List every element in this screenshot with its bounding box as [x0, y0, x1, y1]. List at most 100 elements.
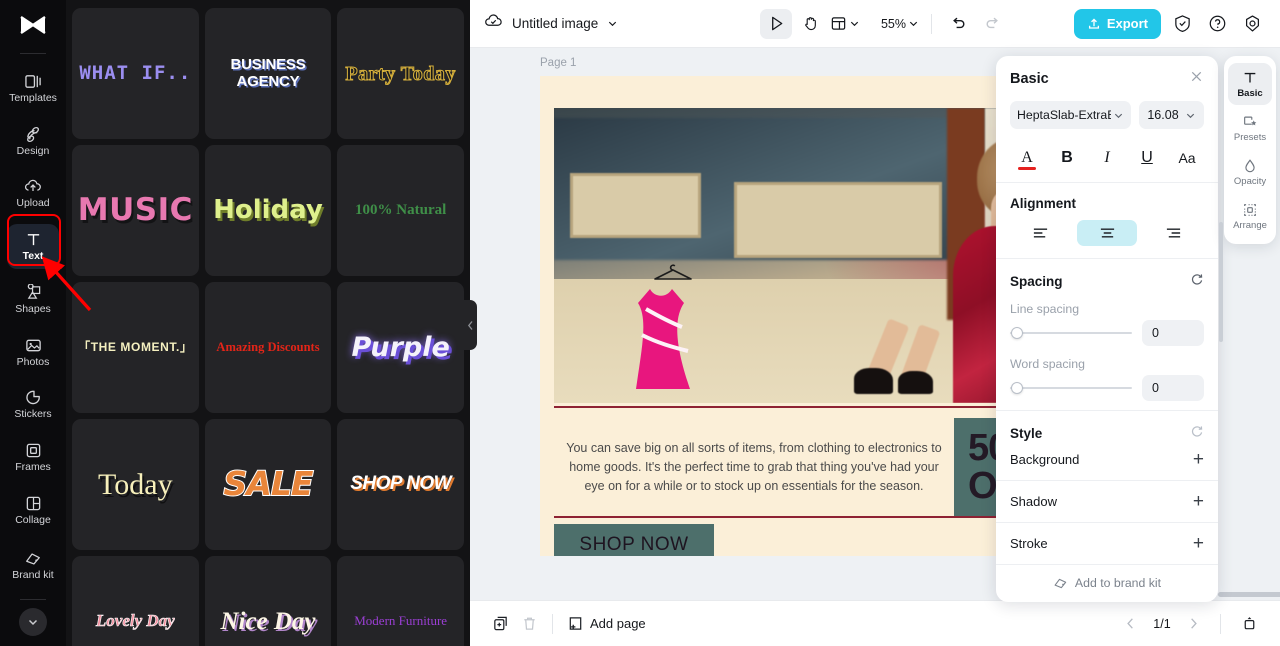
font-family-value: HeptaSlab-ExtraBold [1017, 108, 1111, 122]
align-center-icon [1100, 228, 1114, 238]
help-button[interactable] [1203, 10, 1231, 38]
frames-icon [25, 442, 42, 459]
duplicate-page-button[interactable] [486, 611, 515, 636]
template-label: MUSIC [77, 192, 193, 229]
sidebar-item-shapes[interactable]: Shapes [7, 277, 59, 322]
font-size-dropdown[interactable]: 16.08 [1139, 101, 1204, 129]
text-template-card[interactable]: Purple [337, 282, 464, 413]
plus-icon[interactable]: + [1193, 450, 1204, 469]
canvas-horizontal-scrollbar[interactable] [1218, 592, 1280, 597]
text-case-button[interactable]: Aa [1172, 145, 1202, 171]
previous-page-button[interactable] [1118, 613, 1143, 634]
bold-button[interactable]: B [1052, 145, 1082, 171]
document-title-menu[interactable]: Untitled image [484, 13, 618, 34]
text-template-card[interactable]: SHOP NOW [337, 419, 464, 550]
word-spacing-row: 0 [1010, 375, 1204, 410]
slider-knob[interactable] [1011, 327, 1023, 339]
select-tool-button[interactable] [760, 8, 792, 39]
tab-opacity[interactable]: Opacity [1228, 151, 1272, 193]
text-icon [25, 231, 42, 248]
background-option-row[interactable]: Background + [1010, 450, 1204, 480]
shield-check-button[interactable] [1168, 10, 1196, 38]
next-page-button[interactable] [1181, 613, 1206, 634]
app-logo [18, 14, 48, 41]
hanger-icon [652, 264, 694, 282]
sidebar-item-brand-kit[interactable]: Brand kit [7, 541, 59, 591]
canvas-tools: 55% [760, 8, 1008, 39]
text-template-card[interactable]: WHAT IF.. [72, 8, 199, 139]
zoom-level-dropdown[interactable]: 55% [874, 17, 921, 31]
hand-tool-button[interactable] [794, 9, 826, 39]
add-page-button[interactable]: Add page [561, 611, 652, 636]
sidebar-item-design[interactable]: Design [7, 119, 59, 164]
sidebar-item-upload[interactable]: Upload [7, 171, 59, 216]
line-spacing-slider[interactable] [1010, 326, 1132, 340]
text-template-card[interactable]: 「THE MOMENT.」 [72, 282, 199, 413]
shadow-option-row[interactable]: Shadow + [1010, 481, 1204, 522]
plus-icon[interactable]: + [1193, 492, 1204, 511]
text-template-card[interactable]: BUSINESS AGENCY [204, 8, 332, 139]
text-template-card[interactable]: MUSIC [72, 145, 199, 276]
expand-panel-button[interactable] [1235, 611, 1264, 636]
text-template-card[interactable]: Lovely Day [72, 556, 199, 646]
chevron-down-icon [909, 21, 918, 27]
shop-now-button[interactable]: SHOP NOW [554, 524, 714, 556]
sidebar-item-label: Shapes [15, 302, 51, 315]
sidebar-item-collage[interactable]: Collage [7, 488, 59, 533]
template-label: SHOP NOW [350, 473, 452, 495]
add-to-brand-kit-button[interactable]: Add to brand kit [1010, 565, 1204, 602]
word-spacing-input[interactable]: 0 [1142, 375, 1204, 401]
hand-icon [804, 17, 816, 31]
undo-button[interactable] [942, 9, 974, 39]
line-spacing-input[interactable]: 0 [1142, 320, 1204, 346]
text-template-card[interactable]: Today [72, 419, 199, 550]
stroke-option-row[interactable]: Stroke + [1010, 523, 1204, 564]
word-spacing-slider[interactable] [1010, 381, 1132, 395]
sidebar-item-templates[interactable]: Templates [7, 66, 59, 111]
body-text-block[interactable]: You can save big on all sorts of items, … [554, 421, 954, 513]
align-left-button[interactable] [1010, 220, 1071, 246]
layout-tool-button[interactable] [828, 15, 862, 32]
slider-knob[interactable] [1011, 382, 1023, 394]
style-title: Style [1010, 426, 1043, 441]
align-left-icon [1033, 228, 1047, 238]
export-button[interactable]: Export [1073, 8, 1161, 39]
plus-icon[interactable]: + [1193, 534, 1204, 553]
redo-button[interactable] [976, 9, 1008, 39]
tab-basic[interactable]: Basic [1228, 63, 1272, 105]
sidebar-item-frames[interactable]: Frames [7, 435, 59, 480]
question-circle-icon [1209, 15, 1225, 32]
properties-panel-scrollbar[interactable] [1218, 222, 1223, 342]
text-template-card[interactable]: Nice Day [204, 556, 332, 646]
delete-page-button[interactable] [515, 611, 544, 636]
redo-icon [986, 17, 998, 29]
text-template-card[interactable]: Party Today [337, 8, 464, 139]
text-template-card[interactable]: 100% Natural [337, 145, 464, 276]
font-family-dropdown[interactable]: HeptaSlab-ExtraBold [1010, 101, 1131, 129]
template-label: Nice Day [220, 607, 316, 635]
align-right-button[interactable] [1143, 220, 1204, 246]
text-template-card[interactable]: SALE [204, 419, 332, 550]
underline-button[interactable]: U [1132, 145, 1162, 171]
text-color-button[interactable]: A [1012, 145, 1042, 171]
shadow-label: Shadow [1010, 494, 1057, 509]
template-label: Party Today [345, 62, 456, 85]
sidebar-item-stickers[interactable]: Stickers [7, 382, 59, 427]
settings-button[interactable] [1238, 10, 1266, 38]
shield-check-icon [1174, 15, 1190, 33]
expand-more-button[interactable] [19, 608, 47, 637]
tab-arrange[interactable]: Arrange [1228, 195, 1272, 237]
italic-button[interactable]: I [1092, 145, 1122, 171]
align-center-button[interactable] [1076, 220, 1138, 246]
sidebar-item-photos[interactable]: Photos [7, 330, 59, 375]
text-template-card[interactable]: Modern Furniture [337, 556, 464, 646]
sidebar-item-text[interactable]: Text [7, 224, 59, 269]
tab-presets[interactable]: Presets [1228, 107, 1272, 149]
text-template-card[interactable]: Holiday [204, 145, 332, 276]
reset-style-button[interactable] [1190, 424, 1204, 443]
collapse-panel-handle[interactable] [464, 300, 477, 350]
template-label: BUSINESS AGENCY [230, 56, 306, 90]
reset-spacing-button[interactable] [1190, 272, 1204, 291]
close-icon[interactable] [1189, 69, 1204, 89]
text-template-card[interactable]: Amazing Discounts [204, 282, 332, 413]
